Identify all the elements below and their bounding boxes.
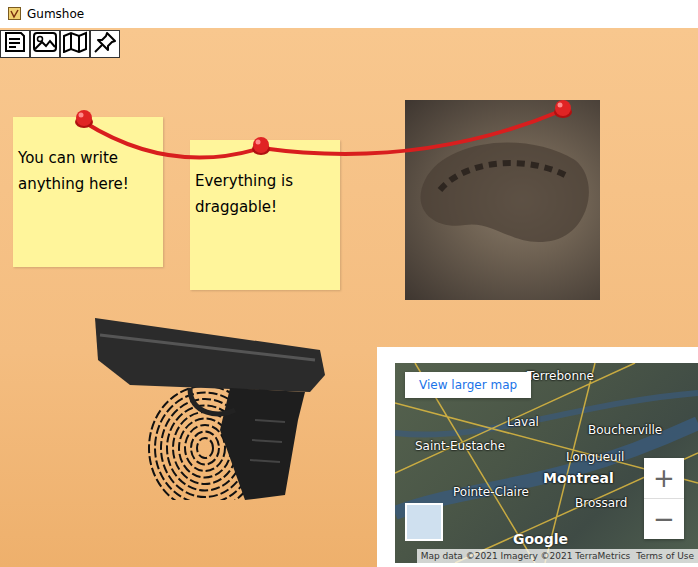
pushpin-icon[interactable] [552,98,574,120]
map-label: Pointe-Claire [453,485,529,499]
zoom-controls: +− [644,458,684,539]
pushpin-icon[interactable] [73,108,95,130]
title-bar: Gumshoe [0,0,698,28]
image-icon [32,31,58,57]
footprint-photo[interactable] [405,100,600,300]
pin-icon [93,31,117,57]
terms-link[interactable]: Terms of Use [636,551,694,561]
sticky-note[interactable]: You can write anything here! [13,117,163,267]
pushpin-icon[interactable] [250,135,272,157]
map-label: Boucherville [588,423,662,437]
map-view[interactable]: Terrebonne Laval Boucherville Saint-Eustach… [395,363,698,563]
view-larger-map-link[interactable]: View larger map [405,372,531,398]
app-icon [8,5,21,24]
attribution-text: Map data ©2021 Imagery ©2021 TerraMetric… [421,551,631,561]
note-tool-button[interactable] [0,30,30,58]
zoom-in-button[interactable]: + [644,458,684,498]
sticky-note[interactable]: Everything is draggable! [190,140,340,290]
google-logo: Google [513,531,568,547]
map-label: Terrebonne [527,369,594,383]
map-layer-toggle[interactable] [405,503,443,541]
map-icon [62,31,88,57]
map-label: Montreal [543,470,614,486]
map-label: Longueuil [566,450,624,464]
note-icon [3,31,27,57]
zoom-out-button[interactable]: − [644,498,684,539]
toolbar [0,30,120,58]
map-tool-button[interactable] [60,30,90,58]
image-tool-button[interactable] [30,30,60,58]
map-label: Saint-Eustache [415,439,505,453]
window-title: Gumshoe [27,7,84,21]
map-label: Brossard [575,496,627,510]
map-label: Laval [507,415,539,429]
map-card[interactable]: Terrebonne Laval Boucherville Saint-Eustach… [377,347,698,567]
map-attribution: Map data ©2021 Imagery ©2021 TerraMetric… [417,549,698,563]
evidence-board[interactable]: You can write anything here!Everything i… [0,28,698,567]
gun-picture[interactable] [70,300,335,500]
pin-tool-button[interactable] [90,30,120,58]
